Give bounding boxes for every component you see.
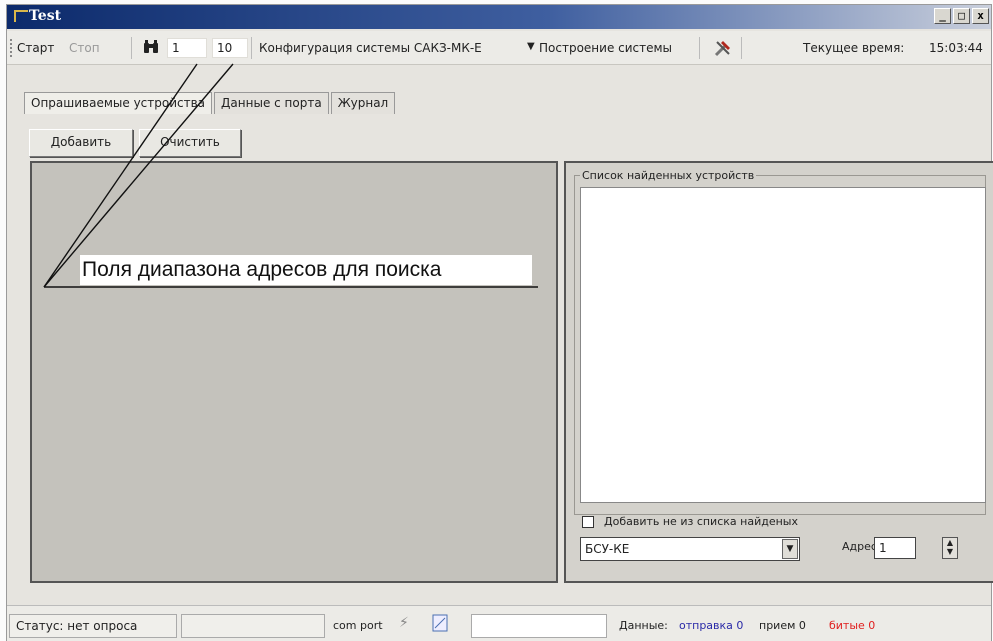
chevron-down-icon[interactable]: ▼ <box>527 41 535 52</box>
annotation-callout: Поля диапазона адресов для поиска <box>80 255 532 285</box>
add-not-from-list-checkbox[interactable] <box>582 515 594 528</box>
range-to-field[interactable]: 10 <box>212 38 248 58</box>
address-spinner[interactable]: ▲ ▼ <box>942 537 958 559</box>
maximize-button[interactable]: □ <box>953 8 970 24</box>
tab-journal[interactable]: Журнал <box>330 92 396 114</box>
device-type-select[interactable]: БСУ-КЕ ▼ <box>580 537 800 561</box>
current-time-value: 15:03:44 <box>929 41 983 55</box>
window-controls: _ □ x <box>934 8 989 24</box>
com-port-label: com port <box>333 619 383 632</box>
add-not-from-list-row[interactable]: Добавить не из списка найденых <box>582 515 798 528</box>
app-window: Test _ □ x Старт Стоп 1 10 Конфигурация … <box>6 4 993 641</box>
window-title: Test <box>29 8 62 24</box>
tab-port-data[interactable]: Данные с порта <box>214 92 329 114</box>
binoculars-icon[interactable] <box>143 40 159 58</box>
start-button[interactable]: Старт <box>17 41 54 55</box>
minimize-button[interactable]: _ <box>934 8 951 24</box>
polled-devices-panel <box>30 161 558 583</box>
close-button[interactable]: x <box>972 8 989 24</box>
address-label: Адрес <box>842 540 877 553</box>
found-devices-panel: Список найденных устройств Добавить не и… <box>564 161 993 583</box>
chevron-down-icon[interactable]: ▼ <box>782 539 798 559</box>
device-type-value: БСУ-КЕ <box>585 542 630 556</box>
range-from-field[interactable]: 1 <box>167 38 207 58</box>
document-icon[interactable] <box>432 614 448 635</box>
config-dropdown[interactable]: Конфигурация системы САКЗ-МК-Е <box>259 41 482 55</box>
toolbar-separator <box>131 37 132 59</box>
build-system-button[interactable]: Построение системы <box>539 41 672 55</box>
progress-field <box>181 614 325 638</box>
tools-icon[interactable] <box>713 38 733 63</box>
toolbar-separator <box>251 37 252 59</box>
toolbar: Старт Стоп 1 10 Конфигурация системы САК… <box>7 31 991 65</box>
add-not-from-list-label: Добавить не из списка найденых <box>604 515 798 528</box>
data-label: Данные: <box>619 619 668 632</box>
title-bar[interactable]: Test _ □ x <box>7 5 991 29</box>
sent-count: отправка 0 <box>679 619 744 632</box>
com-port-field[interactable] <box>471 614 607 638</box>
toolbar-separator <box>741 37 742 59</box>
toolbar-grip[interactable] <box>10 39 12 57</box>
found-devices-list[interactable] <box>580 187 986 503</box>
received-count: прием 0 <box>759 619 806 632</box>
stop-button[interactable]: Стоп <box>69 41 100 55</box>
tab-polled-devices[interactable]: Опрашиваемые устройства <box>24 92 213 114</box>
address-field[interactable]: 1 <box>874 537 916 559</box>
status-text: Статус: нет опроса <box>9 614 177 638</box>
add-button[interactable]: Добавить <box>29 129 133 157</box>
clear-button[interactable]: Очистить <box>139 129 241 157</box>
status-bar: Статус: нет опроса com port ⚡ Данные: от… <box>7 605 991 641</box>
plug-icon[interactable]: ⚡ <box>399 615 409 631</box>
current-time-label: Текущее время: <box>803 41 905 55</box>
found-devices-caption: Список найденных устройств <box>580 169 757 182</box>
app-icon <box>14 10 28 22</box>
tab-strip: Опрашиваемые устройства Данные с порта Ж… <box>24 92 397 114</box>
broken-count: битые 0 <box>829 619 876 632</box>
toolbar-separator <box>699 37 700 59</box>
